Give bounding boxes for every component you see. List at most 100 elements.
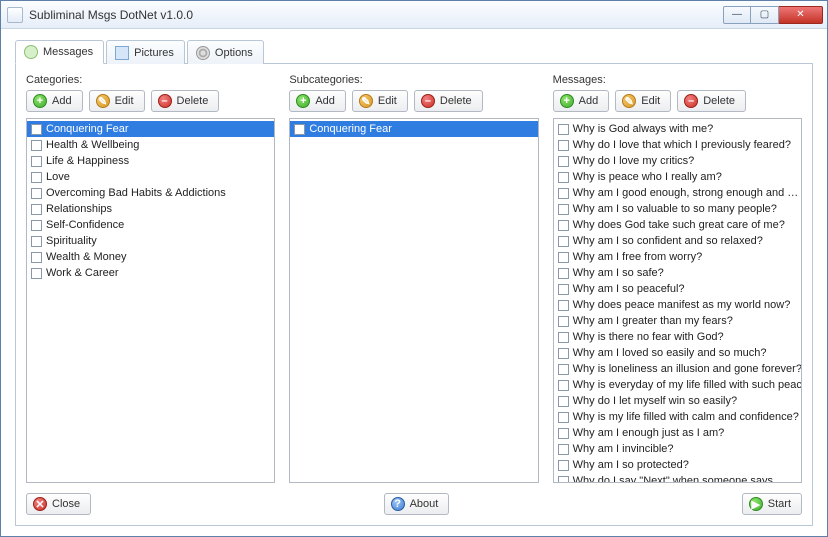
checkbox-icon[interactable] [558,396,569,407]
checkbox-icon[interactable] [31,188,42,199]
list-item[interactable]: Work & Career [27,265,274,281]
list-item[interactable]: Love [27,169,274,185]
messages-tab-icon [24,45,38,59]
list-item[interactable]: Why am I so valuable to so many people? [554,201,801,217]
messages-add-button[interactable]: +Add [553,90,610,112]
list-item[interactable]: Why is God always with me? [554,121,801,137]
list-item[interactable]: Conquering Fear [27,121,274,137]
checkbox-icon[interactable] [558,252,569,263]
plus-icon: + [296,94,310,108]
list-item[interactable]: Why am I free from worry? [554,249,801,265]
checkbox-icon[interactable] [558,364,569,375]
messages-listbox[interactable]: Why is God always with me?Why do I love … [553,118,802,483]
checkbox-icon[interactable] [558,140,569,151]
list-item[interactable]: Why am I invincible? [554,441,801,457]
start-button[interactable]: ▶Start [742,493,802,515]
messages-delete-button[interactable]: –Delete [677,90,746,112]
checkbox-icon[interactable] [558,444,569,455]
checkbox-icon[interactable] [31,252,42,263]
checkbox-icon[interactable] [558,460,569,471]
titlebar[interactable]: Subliminal Msgs DotNet v1.0.0 — ▢ ✕ [1,1,827,29]
about-button[interactable]: ?About [384,493,450,515]
checkbox-icon[interactable] [558,156,569,167]
list-item[interactable]: Why do I love my critics? [554,153,801,169]
list-item[interactable]: Health & Wellbeing [27,137,274,153]
list-item[interactable]: Why is everyday of my life filled with s… [554,377,801,393]
list-item-label: Why am I good enough, strong enough and … [573,187,799,199]
list-item[interactable]: Why am I good enough, strong enough and … [554,185,801,201]
close-window-button[interactable]: ✕ [779,6,823,24]
checkbox-icon[interactable] [558,476,569,483]
list-item-label: Why am I so safe? [573,267,664,279]
checkbox-icon[interactable] [558,380,569,391]
checkbox-icon[interactable] [31,140,42,151]
list-item[interactable]: Why am I so protected? [554,457,801,473]
list-item[interactable]: Why is loneliness an illusion and gone f… [554,361,801,377]
list-item[interactable]: Why is my life filled with calm and conf… [554,409,801,425]
categories-edit-button[interactable]: ✎Edit [89,90,145,112]
list-item[interactable]: Relationships [27,201,274,217]
checkbox-icon[interactable] [558,188,569,199]
subcategories-edit-button[interactable]: ✎Edit [352,90,408,112]
checkbox-icon[interactable] [558,332,569,343]
list-item-label: Why am I so protected? [573,459,689,471]
checkbox-icon[interactable] [558,220,569,231]
checkbox-icon[interactable] [558,412,569,423]
tab-pictures[interactable]: Pictures [106,40,185,64]
checkbox-icon[interactable] [558,300,569,311]
list-item-label: Why do I let myself win so easily? [573,395,737,407]
list-item[interactable]: Why am I so peaceful? [554,281,801,297]
list-item[interactable]: Why do I say "Next" when someone says … [554,473,801,482]
checkbox-icon[interactable] [558,284,569,295]
list-item-label: Why is my life filled with calm and conf… [573,411,799,423]
checkbox-icon[interactable] [31,236,42,247]
list-item[interactable]: Self-Confidence [27,217,274,233]
list-item[interactable]: Why am I so confident and so relaxed? [554,233,801,249]
subcategories-add-button[interactable]: +Add [289,90,346,112]
list-item[interactable]: Why does God take such great care of me? [554,217,801,233]
checkbox-icon[interactable] [31,124,42,135]
list-item[interactable]: Why am I loved so easily and so much? [554,345,801,361]
columns: Categories: +Add ✎Edit –Delete Conquerin… [26,74,802,483]
checkbox-icon[interactable] [558,268,569,279]
maximize-button[interactable]: ▢ [751,6,779,24]
checkbox-icon[interactable] [31,156,42,167]
categories-delete-button[interactable]: –Delete [151,90,220,112]
checkbox-icon[interactable] [558,172,569,183]
list-item[interactable]: Why am I greater than my fears? [554,313,801,329]
categories-listbox[interactable]: Conquering FearHealth & WellbeingLife & … [26,118,275,483]
close-button[interactable]: ✕Close [26,493,91,515]
list-item[interactable]: Why do I love that which I previously fe… [554,137,801,153]
list-item[interactable]: Why is there no fear with God? [554,329,801,345]
list-item[interactable]: Overcoming Bad Habits & Addictions [27,185,274,201]
list-item-label: Wealth & Money [46,251,127,263]
list-item[interactable]: Why is peace who I really am? [554,169,801,185]
checkbox-icon[interactable] [31,268,42,279]
list-item[interactable]: Conquering Fear [290,121,537,137]
list-item[interactable]: Why am I enough just as I am? [554,425,801,441]
list-item[interactable]: Life & Happiness [27,153,274,169]
messages-edit-button[interactable]: ✎Edit [615,90,671,112]
list-item[interactable]: Why does peace manifest as my world now? [554,297,801,313]
checkbox-icon[interactable] [31,204,42,215]
subcategories-listbox[interactable]: Conquering Fear [289,118,538,483]
tab-options[interactable]: Options [187,40,264,64]
checkbox-icon[interactable] [558,316,569,327]
list-item[interactable]: Wealth & Money [27,249,274,265]
minus-icon: – [684,94,698,108]
checkbox-icon[interactable] [558,236,569,247]
checkbox-icon[interactable] [558,428,569,439]
checkbox-icon[interactable] [558,204,569,215]
tab-messages[interactable]: Messages [15,40,104,64]
checkbox-icon[interactable] [31,220,42,231]
checkbox-icon[interactable] [31,172,42,183]
list-item[interactable]: Spirituality [27,233,274,249]
list-item[interactable]: Why am I so safe? [554,265,801,281]
checkbox-icon[interactable] [558,348,569,359]
minimize-button[interactable]: — [723,6,751,24]
list-item[interactable]: Why do I let myself win so easily? [554,393,801,409]
checkbox-icon[interactable] [294,124,305,135]
categories-add-button[interactable]: +Add [26,90,83,112]
checkbox-icon[interactable] [558,124,569,135]
subcategories-delete-button[interactable]: –Delete [414,90,483,112]
